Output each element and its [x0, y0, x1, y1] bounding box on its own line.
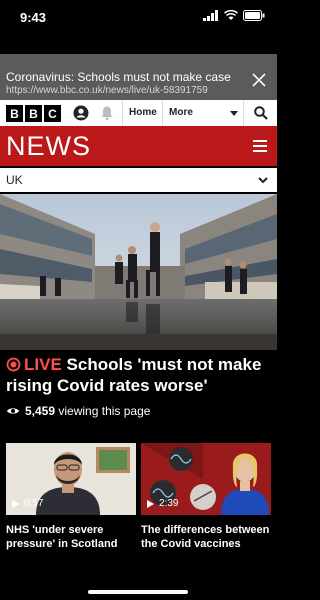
menu-button[interactable] — [253, 140, 267, 155]
nav-home-link[interactable]: Home — [122, 100, 163, 126]
viewers-number: 5,459 — [25, 404, 56, 418]
search-button[interactable] — [243, 100, 278, 126]
bbc-logo-letter: B — [6, 105, 23, 122]
news-header: NEWS — [0, 126, 277, 166]
status-icons — [203, 10, 265, 21]
video-duration: 0:57 — [12, 498, 43, 509]
search-icon — [254, 106, 268, 120]
video-duration: 2:39 — [147, 498, 178, 509]
page-title: Coronavirus: Schools must not make case — [6, 70, 231, 84]
battery-icon — [243, 10, 265, 21]
signal-icon — [203, 10, 218, 21]
bbc-navigation: B B C Home More — [0, 100, 277, 126]
bbc-logo-letter: B — [25, 105, 42, 122]
eye-icon — [7, 408, 19, 414]
video-card[interactable]: 0:57 NHS 'under severe pressure' in Scot… — [6, 443, 136, 551]
chevron-down-icon — [258, 177, 268, 184]
status-time: 9:43 — [20, 10, 47, 25]
video-duration-text: 0:57 — [24, 498, 44, 509]
video-thumbnail: 0:57 — [6, 443, 136, 515]
region-label: UK — [6, 173, 23, 187]
video-card[interactable]: 2:39 The differences between the Covid v… — [141, 443, 271, 551]
live-label: LIVE — [24, 355, 62, 374]
account-icon[interactable] — [73, 105, 89, 121]
home-indicator[interactable] — [88, 590, 188, 594]
video-duration-text: 2:39 — [159, 498, 179, 509]
play-icon — [12, 499, 19, 508]
bbc-logo-letter: C — [44, 105, 61, 122]
live-indicator-icon — [6, 357, 21, 372]
wifi-icon — [224, 10, 238, 20]
viewers-count: 5,459 viewing this page — [6, 404, 150, 418]
video-title: The differences between the Covid vaccin… — [141, 524, 270, 550]
article-headline[interactable]: LIVE Schools 'must not make rising Covid… — [6, 354, 272, 396]
video-title: NHS 'under severe pressure' in Scotland — [6, 524, 118, 550]
close-icon[interactable] — [251, 72, 267, 88]
status-bar: 9:43 — [0, 0, 277, 34]
video-thumbnail: 2:39 — [141, 443, 271, 515]
bbc-logo[interactable]: B B C — [6, 105, 61, 122]
viewers-text: viewing this page — [58, 404, 151, 418]
page-url[interactable]: https://www.bbc.co.uk/news/live/uk-58391… — [6, 85, 208, 96]
hero-image[interactable] — [0, 194, 277, 350]
browser-url-bar[interactable]: Coronavirus: Schools must not make case … — [0, 54, 277, 100]
notifications-bell-icon[interactable] — [99, 105, 115, 121]
region-selector[interactable]: UK — [0, 168, 277, 192]
news-logo[interactable]: NEWS — [6, 131, 91, 162]
play-icon — [147, 499, 154, 508]
chevron-down-icon — [230, 111, 238, 116]
